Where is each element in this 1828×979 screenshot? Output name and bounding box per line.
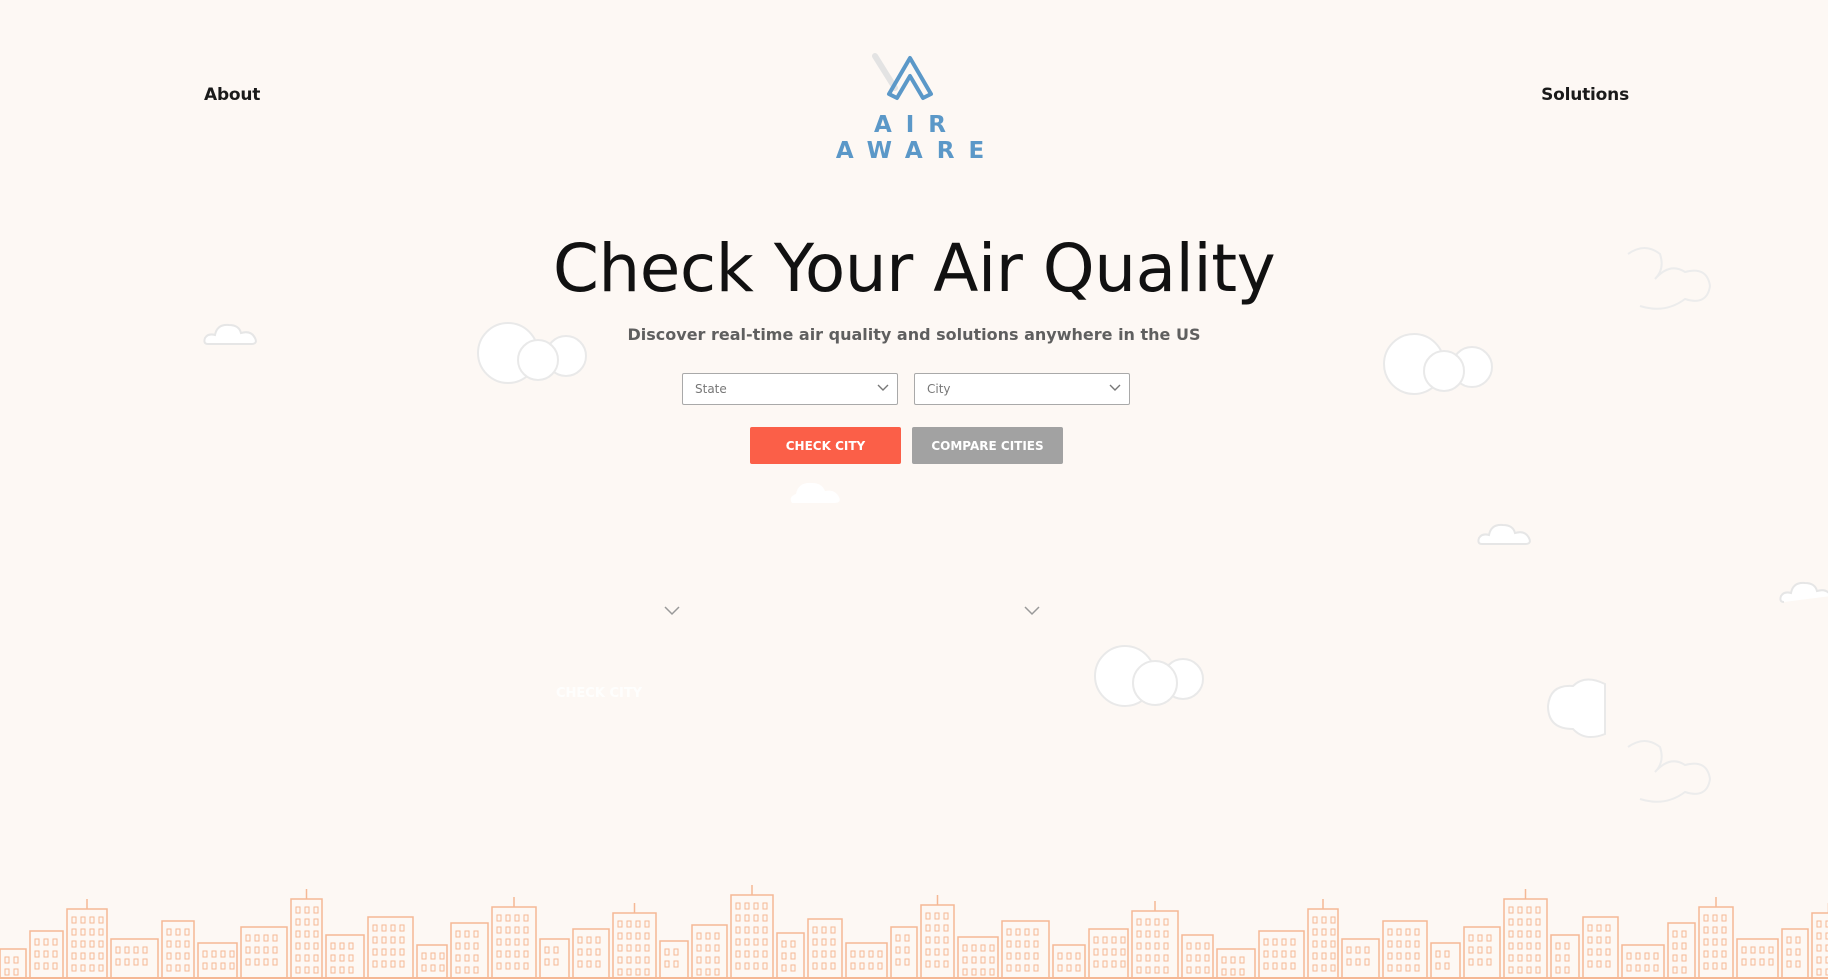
cloud-icon — [1546, 678, 1606, 739]
cloud-icon — [1477, 523, 1531, 545]
cloud-icon — [1094, 645, 1204, 707]
compare-cities-button[interactable]: COMPARE CITIES — [912, 427, 1063, 464]
air-aware-logo-icon — [872, 53, 933, 100]
state-select-placeholder: State — [695, 382, 727, 396]
city-skyline-illustration — [0, 885, 1828, 979]
chevron-down-icon — [664, 606, 680, 616]
cloud-icon — [1779, 581, 1828, 603]
state-select[interactable]: State — [682, 373, 898, 405]
chevron-down-icon — [1024, 606, 1040, 616]
cloud-icon — [790, 482, 840, 503]
page-title: Check Your Air Quality — [552, 230, 1276, 307]
city-select[interactable]: City — [914, 373, 1130, 405]
page-subtitle: Discover real-time air quality and solut… — [627, 325, 1201, 344]
cloud-icon — [1627, 740, 1712, 803]
check-city-button[interactable]: CHECK CITY — [750, 427, 901, 464]
logo[interactable]: AIR AWARE — [790, 50, 1030, 164]
nav-about-link[interactable]: About — [204, 85, 260, 105]
nav-solutions-link[interactable]: Solutions — [1541, 85, 1629, 105]
hidden-check-city-label: CHECK CITY — [556, 686, 643, 701]
chevron-down-icon — [877, 384, 889, 391]
city-select-placeholder: City — [927, 382, 951, 396]
brand-name: AIR AWARE — [835, 112, 999, 164]
chevron-down-icon — [1109, 384, 1121, 391]
